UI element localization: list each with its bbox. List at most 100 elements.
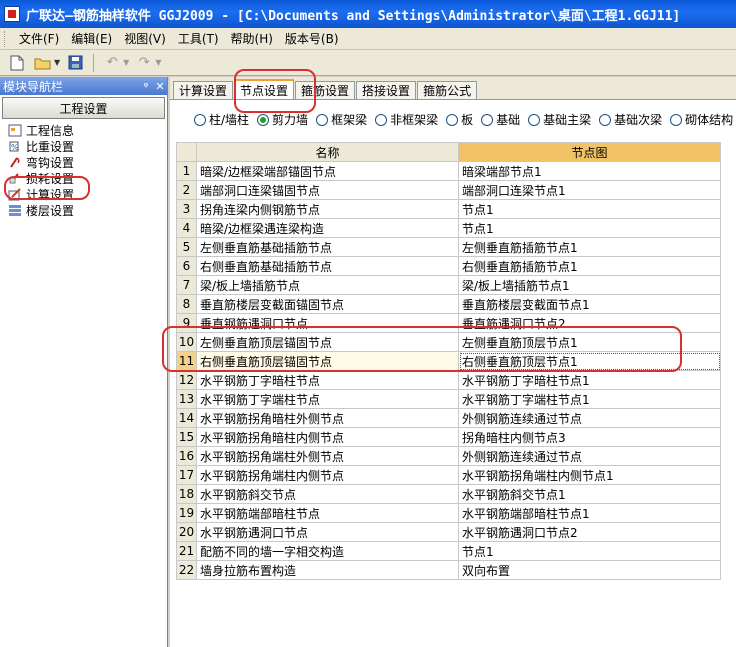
radio-circle-icon[interactable] bbox=[194, 113, 206, 126]
radio-option[interactable]: 板 bbox=[446, 111, 473, 128]
table-row[interactable]: 3 拐角连梁内侧钢筋节点 节点1 bbox=[176, 199, 721, 219]
node-diagram-cell[interactable]: 右侧垂直筋顶层节点1 bbox=[458, 351, 721, 371]
radio-circle-icon[interactable] bbox=[375, 113, 388, 126]
menu-file[interactable]: 文件(F) bbox=[13, 30, 65, 47]
table-row[interactable]: 7 梁/板上墙插筋节点 梁/板上墙插筋节点1 bbox=[176, 275, 721, 295]
radio-option[interactable]: 非框架梁 bbox=[375, 111, 438, 128]
node-settings-panel: 柱/墙柱 剪力墙 框架梁 非框架梁板基础 基础主梁 基础次梁 砌体结构 名称 节点图 1 暗梁… bbox=[162, 99, 736, 647]
row-number-cell: 12 bbox=[176, 370, 197, 390]
open-dropdown-icon[interactable]: ▼ bbox=[54, 58, 60, 67]
radio-option[interactable]: 框架梁 bbox=[316, 111, 367, 128]
tab-strip: 计算设置 节点设置 箍筋设置 搭接设置 箍筋公式 bbox=[173, 79, 478, 99]
radio-circle-icon[interactable] bbox=[446, 113, 459, 126]
radio-label: 柱/墙柱 bbox=[209, 113, 250, 127]
tab-node-settings[interactable]: 节点设置 bbox=[234, 79, 295, 99]
tab-stirrup-settings[interactable]: 箍筋设置 bbox=[295, 81, 356, 99]
node-diagram-cell[interactable]: 暗梁端部节点1 bbox=[458, 161, 721, 181]
node-diagram-cell[interactable]: 节点1 bbox=[458, 199, 721, 219]
name-cell: 水平钢筋遇洞口节点 bbox=[196, 522, 459, 542]
table-row[interactable]: 13 水平钢筋丁字端柱节点 水平钢筋丁字端柱节点1 bbox=[176, 389, 721, 409]
name-cell: 水平钢筋丁字暗柱节点 bbox=[196, 370, 459, 390]
undo-dropdown-icon[interactable]: ▼ bbox=[123, 58, 129, 67]
node-diagram-cell[interactable]: 左侧垂直筋插筋节点1 bbox=[458, 237, 721, 257]
nav-section-project-settings[interactable]: 工程设置 bbox=[2, 97, 165, 119]
close-icon[interactable]: ✕ bbox=[153, 80, 167, 93]
name-cell: 左侧垂直筋顶层锚固节点 bbox=[196, 332, 459, 352]
menu-edit[interactable]: 编辑(E) bbox=[65, 30, 118, 47]
node-diagram-cell[interactable]: 外侧钢筋连续通过节点 bbox=[458, 446, 721, 466]
radio-option[interactable]: 砌体结构 bbox=[670, 111, 733, 128]
node-diagram-cell[interactable]: 水平钢筋端部暗柱节点1 bbox=[458, 503, 721, 523]
node-diagram-cell[interactable]: 水平钢筋丁字端柱节点1 bbox=[458, 389, 721, 409]
radio-option[interactable]: 柱/墙柱 bbox=[194, 111, 249, 128]
node-diagram-cell[interactable]: 端部洞口连梁节点1 bbox=[458, 180, 721, 200]
tab-stirrup-formula[interactable]: 箍筋公式 bbox=[417, 81, 478, 99]
node-diagram-cell[interactable]: 节点1 bbox=[458, 541, 721, 561]
table-row[interactable]: 22 墙身拉筋布置构造 双向布置 bbox=[176, 560, 721, 580]
node-diagram-cell[interactable]: 左侧垂直筋顶层节点1 bbox=[458, 332, 721, 352]
table-row[interactable]: 11 右侧垂直筋顶层锚固节点 右侧垂直筋顶层节点1 bbox=[176, 351, 721, 371]
table-row[interactable]: 17 水平钢筋拐角端柱内侧节点 水平钢筋拐角端柱内侧节点1 bbox=[176, 465, 721, 485]
table-row[interactable]: 14 水平钢筋拐角暗柱外侧节点 外侧钢筋连续通过节点 bbox=[176, 408, 721, 428]
open-folder-icon[interactable] bbox=[32, 53, 54, 73]
node-diagram-cell[interactable]: 垂直筋遇洞口节点2 bbox=[458, 313, 721, 333]
pin-icon[interactable]: ᵠ bbox=[139, 80, 153, 93]
table-row[interactable]: 16 水平钢筋拐角端柱外侧节点 外侧钢筋连续通过节点 bbox=[176, 446, 721, 466]
nav-item-density[interactable]: % 比重设置 bbox=[8, 138, 167, 154]
radio-option[interactable]: 基础主梁 bbox=[528, 111, 591, 128]
radio-option[interactable]: 剪力墙 bbox=[257, 111, 308, 128]
menu-view[interactable]: 视图(V) bbox=[118, 30, 172, 47]
nav-item-calc-settings[interactable]: 计算设置 bbox=[8, 186, 167, 202]
radio-circle-icon[interactable] bbox=[670, 113, 683, 126]
radio-option[interactable]: 基础次梁 bbox=[599, 111, 662, 128]
table-row[interactable]: 5 左侧垂直筋基础插筋节点 左侧垂直筋插筋节点1 bbox=[176, 237, 721, 257]
new-file-icon[interactable] bbox=[6, 53, 28, 73]
table-row[interactable]: 18 水平钢筋斜交节点 水平钢筋斜交节点1 bbox=[176, 484, 721, 504]
node-diagram-cell[interactable]: 外侧钢筋连续通过节点 bbox=[458, 408, 721, 428]
radio-circle-icon[interactable] bbox=[257, 113, 270, 126]
row-number-cell: 4 bbox=[176, 218, 197, 238]
redo-icon[interactable]: ↷ bbox=[133, 53, 155, 73]
radio-circle-icon[interactable] bbox=[316, 113, 329, 126]
node-diagram-cell[interactable]: 拐角暗柱内侧节点3 bbox=[458, 427, 721, 447]
table-row[interactable]: 15 水平钢筋拐角暗柱内侧节点 拐角暗柱内侧节点3 bbox=[176, 427, 721, 447]
table-row[interactable]: 9 垂直钢筋遇洞口节点 垂直筋遇洞口节点2 bbox=[176, 313, 721, 333]
node-diagram-cell[interactable]: 垂直筋楼层变截面节点1 bbox=[458, 294, 721, 314]
save-icon[interactable] bbox=[64, 53, 86, 73]
radio-circle-icon[interactable] bbox=[528, 113, 541, 126]
table-row[interactable]: 10 左侧垂直筋顶层锚固节点 左侧垂直筋顶层节点1 bbox=[176, 332, 721, 352]
radio-label: 砌体结构 bbox=[685, 113, 734, 127]
table-row[interactable]: 20 水平钢筋遇洞口节点 水平钢筋遇洞口节点2 bbox=[176, 522, 721, 542]
menu-version[interactable]: 版本号(B) bbox=[279, 30, 345, 47]
node-diagram-cell[interactable]: 双向布置 bbox=[458, 560, 721, 580]
radio-circle-icon[interactable] bbox=[481, 113, 494, 126]
table-row[interactable]: 8 垂直筋楼层变截面锚固节点 垂直筋楼层变截面节点1 bbox=[176, 294, 721, 314]
toolbar: ▼ ↶ ▼ ↷ ▼ bbox=[0, 50, 736, 76]
tab-lap-settings[interactable]: 搭接设置 bbox=[356, 81, 417, 99]
menu-help[interactable]: 帮助(H) bbox=[225, 30, 279, 47]
node-diagram-cell[interactable]: 节点1 bbox=[458, 218, 721, 238]
menu-tools[interactable]: 工具(T) bbox=[172, 30, 225, 47]
node-diagram-cell[interactable]: 梁/板上墙插筋节点1 bbox=[458, 275, 721, 295]
radio-circle-icon[interactable] bbox=[599, 113, 612, 126]
node-diagram-cell[interactable]: 水平钢筋拐角端柱内侧节点1 bbox=[458, 465, 721, 485]
node-diagram-cell[interactable]: 水平钢筋斜交节点1 bbox=[458, 484, 721, 504]
tab-calc-settings[interactable]: 计算设置 bbox=[173, 81, 234, 99]
table-row[interactable]: 1 暗梁/边框梁端部锚固节点 暗梁端部节点1 bbox=[176, 161, 721, 181]
table-row[interactable]: 19 水平钢筋端部暗柱节点 水平钢筋端部暗柱节点1 bbox=[176, 503, 721, 523]
redo-dropdown-icon[interactable]: ▼ bbox=[155, 58, 161, 67]
node-diagram-cell[interactable]: 右侧垂直筋插筋节点1 bbox=[458, 256, 721, 276]
table-row[interactable]: 21 配筋不同的墙一字相交构造 节点1 bbox=[176, 541, 721, 561]
undo-icon[interactable]: ↶ bbox=[101, 53, 123, 73]
node-diagram-cell[interactable]: 水平钢筋丁字暗柱节点1 bbox=[458, 370, 721, 390]
nav-item-project-info[interactable]: 工程信息 bbox=[8, 122, 167, 138]
table-row[interactable]: 12 水平钢筋丁字暗柱节点 水平钢筋丁字暗柱节点1 bbox=[176, 370, 721, 390]
nav-item-hook[interactable]: 弯钩设置 bbox=[8, 154, 167, 170]
table-row[interactable]: 4 暗梁/边框梁遇连梁构造 节点1 bbox=[176, 218, 721, 238]
table-row[interactable]: 2 端部洞口连梁锚固节点 端部洞口连梁节点1 bbox=[176, 180, 721, 200]
node-diagram-cell[interactable]: 水平钢筋遇洞口节点2 bbox=[458, 522, 721, 542]
table-row[interactable]: 6 右侧垂直筋基础插筋节点 右侧垂直筋插筋节点1 bbox=[176, 256, 721, 276]
nav-item-floor-settings[interactable]: 楼层设置 bbox=[8, 202, 167, 218]
nav-item-loss[interactable]: 损耗设置 bbox=[8, 170, 167, 186]
radio-option[interactable]: 基础 bbox=[481, 111, 520, 128]
